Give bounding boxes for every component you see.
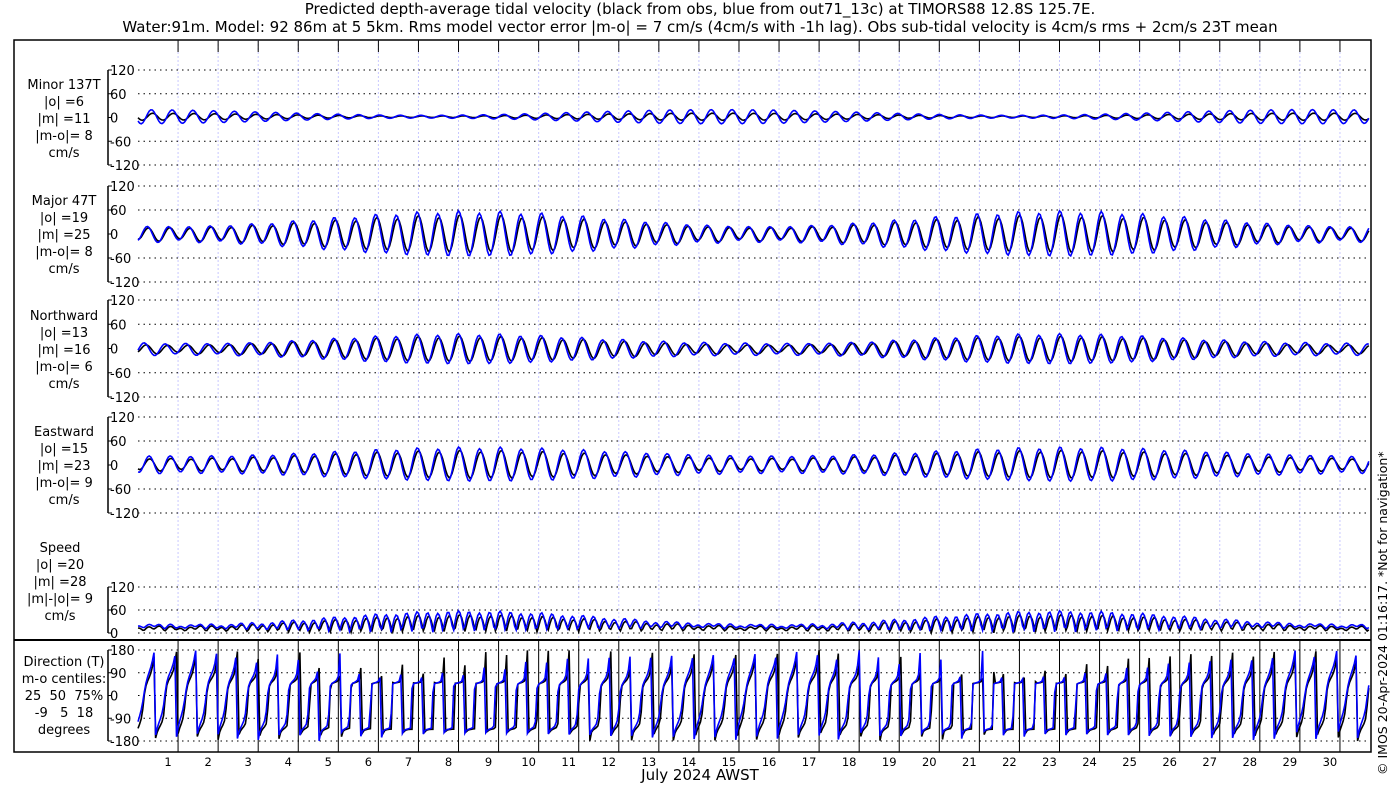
label-line: |o| =19	[39, 211, 89, 226]
panel-label-minor: Minor 137T |o| =6 |m| =11 |m-o|= 8 cm/s	[14, 77, 114, 162]
label-line: |o| =6	[43, 95, 84, 110]
label-line: cm/s	[48, 262, 80, 277]
label-line: |m-o|= 8	[35, 129, 93, 144]
panel-label-north: Northward |o| =13 |m| =16 |m-o|= 6 cm/s	[14, 308, 114, 393]
label-line: |o| =20	[35, 558, 85, 573]
copyright-notice: © IMOS 20-Apr-2024 01:16:17. *Not for na…	[1375, 451, 1390, 775]
label-line: cm/s	[48, 493, 80, 508]
y-tick-label: -180	[110, 735, 140, 750]
label-line: Speed	[39, 541, 81, 556]
panel-label-speed: Speed |o| =20 |m| =28 |m|-|o|= 9 cm/s	[10, 540, 110, 625]
y-tick-label: 60	[110, 604, 127, 619]
y-tick-label: -120	[110, 507, 140, 522]
panel-label-east: Eastward |o| =15 |m| =23 |m-o|= 9 cm/s	[14, 424, 114, 509]
y-tick-label: -120	[110, 391, 140, 406]
panel-label-direction: Direction (T) m-o centiles: 25 50 75% -9…	[14, 654, 114, 739]
series-model-major	[137, 209, 1370, 258]
label-line: |o| =15	[39, 442, 89, 457]
outer-frame	[13, 39, 1372, 753]
label-line: |m| =23	[37, 459, 91, 474]
panel-label-major: Major 47T |o| =19 |m| =25 |m-o|= 8 cm/s	[14, 193, 114, 278]
label-line: 25 50 75%	[24, 689, 104, 704]
label-line: |m| =11	[37, 112, 91, 127]
series-model-east	[137, 445, 1370, 483]
label-line: Minor 137T	[27, 78, 101, 93]
chart-area: 1 2 3 4 5 6 7 8 9 10 11 12 13 14 15 16 17 18 19 20 21 22 23 24 2…	[13, 39, 1372, 769]
x-axis-label: July 2024 AWST	[641, 766, 759, 784]
label-line: m-o centiles:	[21, 672, 107, 687]
label-line: |o| =13	[39, 326, 89, 341]
label-line: Northward	[29, 309, 99, 324]
y-tick-label: 120	[110, 294, 135, 309]
label-line: |m-o|= 9	[35, 476, 93, 491]
label-line: |m-o|= 8	[35, 245, 93, 260]
label-line: cm/s	[48, 377, 80, 392]
y-tick-label: -120	[110, 276, 140, 291]
label-line: Major 47T	[31, 194, 97, 209]
label-line: cm/s	[48, 146, 80, 161]
label-line: -9 5 18	[34, 706, 94, 721]
label-line: |m| =16	[37, 343, 91, 358]
y-tick-label: 0	[110, 627, 118, 642]
label-line: |m-o|= 6	[35, 360, 93, 375]
label-line: Eastward	[33, 425, 95, 440]
series-model-north	[137, 332, 1369, 365]
label-line: |m| =28	[33, 575, 87, 590]
label-line: degrees	[37, 723, 91, 738]
y-tick-label: 120	[110, 581, 135, 596]
label-line: |m|-|o|= 9	[26, 592, 94, 607]
y-tick-label: -120	[110, 159, 140, 174]
label-line: Direction (T)	[23, 655, 105, 670]
label-line: |m| =25	[37, 228, 91, 243]
label-line: cm/s	[44, 609, 76, 624]
